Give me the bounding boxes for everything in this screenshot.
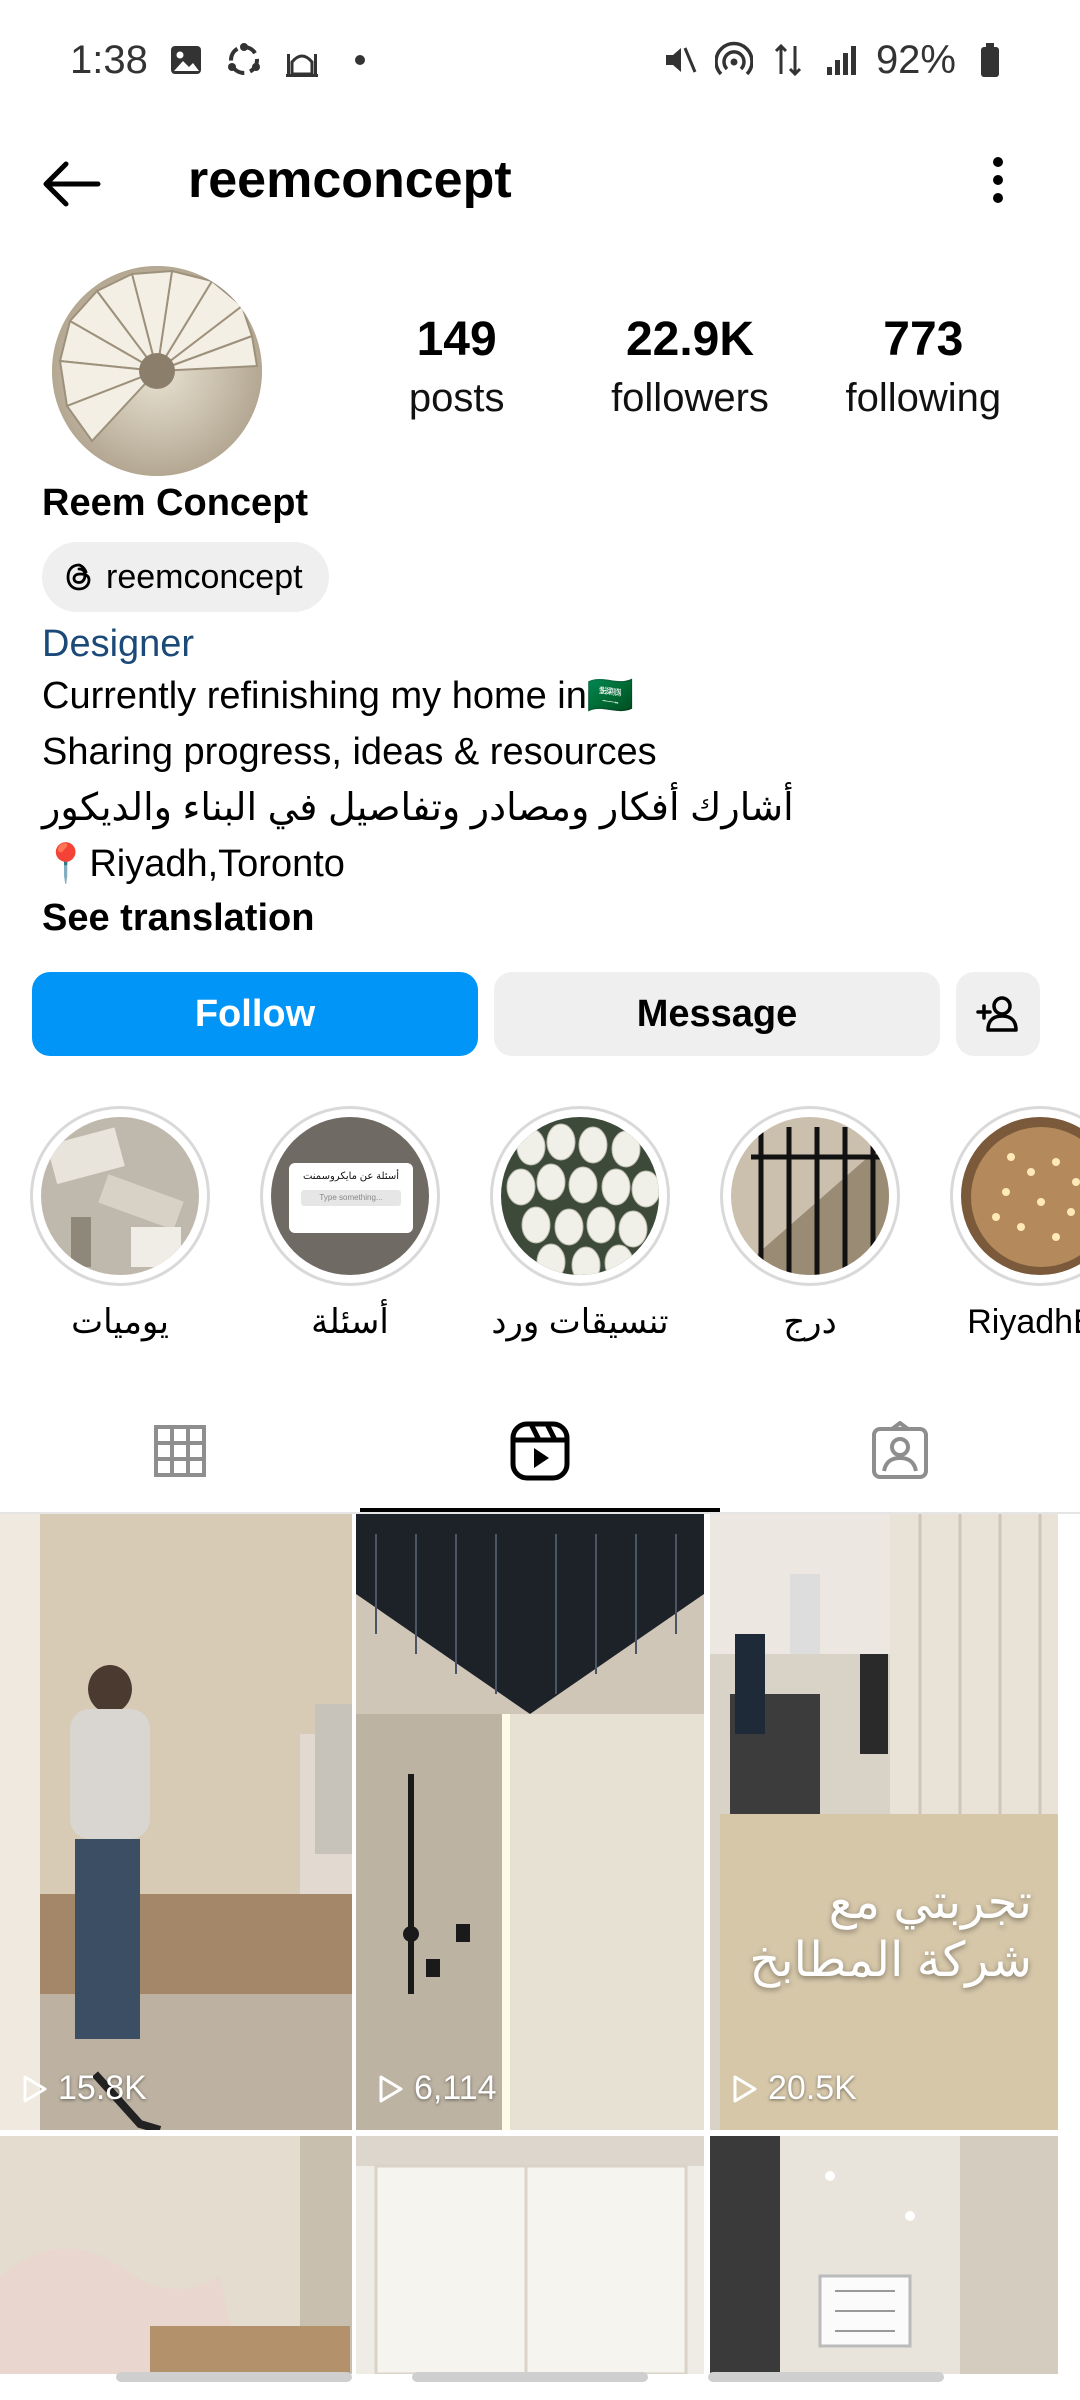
highlight-item[interactable]: يوميات bbox=[10, 1106, 230, 1344]
followers-label: followers bbox=[611, 376, 769, 420]
highlight-ring bbox=[490, 1106, 670, 1286]
mute-icon bbox=[660, 40, 700, 80]
reel-views: 6,114 bbox=[378, 2069, 497, 2108]
reel-view-count: 15.8K bbox=[58, 2069, 147, 2107]
reel-views: 20.5K bbox=[732, 2069, 857, 2108]
highlight-item[interactable]: تنسيقات ورد bbox=[470, 1106, 690, 1344]
nav-pill bbox=[708, 2372, 944, 2382]
message-button[interactable]: Message bbox=[494, 972, 940, 1056]
threads-icon bbox=[66, 563, 91, 591]
play-icon bbox=[379, 2075, 403, 2102]
status-bar: 1:38 92% bbox=[0, 0, 1080, 120]
grid-icon bbox=[154, 1425, 206, 1477]
sync-icon bbox=[224, 40, 264, 80]
add-user-icon bbox=[976, 996, 1018, 1032]
highlight-ring bbox=[950, 1106, 1080, 1286]
reel-view-count: 6,114 bbox=[414, 2069, 497, 2107]
highlight-ring bbox=[30, 1106, 210, 1286]
see-translation-link[interactable]: See translation bbox=[42, 890, 314, 946]
followers-stat[interactable]: 22.9K followers bbox=[573, 310, 806, 426]
highlight-label: أسئلة bbox=[311, 1303, 389, 1341]
tab-tagged[interactable] bbox=[720, 1390, 1080, 1512]
more-options-button[interactable] bbox=[968, 140, 1028, 220]
system-nav-indicators bbox=[0, 2360, 1080, 2400]
profile-header-bar: reemconcept bbox=[0, 120, 1080, 240]
highlight-label: درج bbox=[783, 1303, 837, 1341]
suggested-users-button[interactable] bbox=[956, 972, 1040, 1056]
reel-caption-overlay: تجربتي مع شركة المطابخ bbox=[749, 1876, 1032, 1987]
reels-grid: 15.8K 6,114 تجربتي مع شركة المطابخ 20.5K bbox=[0, 1514, 1080, 2374]
followers-count: 22.9K bbox=[625, 313, 755, 366]
question-card-input: Type something... bbox=[301, 1190, 401, 1206]
bio-line-1: Currently refinishing my home in🇸🇦 bbox=[42, 675, 635, 717]
highlight-label: تنسيقات ورد bbox=[491, 1303, 669, 1341]
signal-icon bbox=[822, 40, 862, 80]
posts-label: posts bbox=[408, 376, 505, 420]
posts-count: 149 bbox=[416, 313, 497, 366]
mosque-icon bbox=[282, 40, 322, 80]
nav-pill bbox=[412, 2372, 648, 2382]
page-title: reemconcept bbox=[188, 151, 512, 209]
tab-reels[interactable] bbox=[360, 1390, 720, 1512]
location-pin-emoji: 📍 bbox=[42, 843, 90, 885]
reel-thumbnail[interactable]: 15.8K bbox=[0, 1514, 352, 2130]
profile-stats: 149 posts 22.9K followers 773 following bbox=[340, 310, 1040, 426]
more-vertical-icon bbox=[993, 157, 1003, 203]
highlight-ring: أسئلة عن مايكروسمنت Type something... bbox=[260, 1106, 440, 1286]
data-icon bbox=[768, 40, 808, 80]
avatar[interactable] bbox=[52, 266, 262, 476]
profile-bio: Currently refinishing my home in🇸🇦 Shari… bbox=[42, 668, 1042, 892]
following-stat[interactable]: 773 following bbox=[807, 310, 1040, 426]
highlight-item[interactable]: درج bbox=[700, 1106, 920, 1344]
threads-badge[interactable]: reemconcept bbox=[42, 542, 329, 612]
threads-handle: reemconcept bbox=[106, 557, 303, 596]
following-label: following bbox=[845, 376, 1002, 420]
highlight-cover bbox=[501, 1117, 659, 1275]
reel-thumbnail[interactable] bbox=[710, 2136, 1058, 2374]
highlight-cover bbox=[41, 1117, 199, 1275]
highlight-cover bbox=[731, 1117, 889, 1275]
profile-actions: Follow Message bbox=[32, 972, 1048, 1056]
reel-thumbnail[interactable] bbox=[356, 2136, 704, 2374]
story-highlights: يوميات أسئلة عن مايكروسمنت Type somethin… bbox=[0, 1106, 1080, 1346]
gallery-icon bbox=[166, 40, 206, 80]
tab-posts-grid[interactable] bbox=[0, 1390, 360, 1512]
reel-thumbnail[interactable] bbox=[0, 2136, 352, 2374]
bio-line-3: أشارك أفكار ومصادر وتفاصيل في البناء وال… bbox=[42, 787, 794, 829]
profile-tabs bbox=[0, 1390, 1080, 1512]
highlight-cover: أسئلة عن مايكروسمنت Type something... bbox=[271, 1117, 429, 1275]
tagged-icon bbox=[872, 1421, 928, 1479]
battery-percent: 92% bbox=[875, 37, 956, 82]
highlight-label: RiyadhEv bbox=[967, 1303, 1080, 1341]
reel-view-count: 20.5K bbox=[768, 2069, 857, 2107]
reels-icon bbox=[510, 1421, 570, 1481]
question-card-title: أسئلة عن مايكروسمنت bbox=[302, 1171, 400, 1182]
reel-thumbnail[interactable]: 6,114 bbox=[356, 1514, 704, 2130]
profile-category: Designer bbox=[42, 623, 195, 665]
dot-icon bbox=[340, 40, 380, 80]
saudi-flag-emoji: 🇸🇦 bbox=[586, 675, 635, 717]
bio-line-4: 📍Riyadh,Toronto bbox=[42, 843, 345, 885]
highlight-item[interactable]: أسئلة عن مايكروسمنت Type something... أس… bbox=[240, 1106, 460, 1344]
back-button[interactable] bbox=[36, 148, 108, 220]
bio-line-2: Sharing progress, ideas & resources bbox=[42, 731, 657, 773]
highlight-item[interactable]: RiyadhEv bbox=[930, 1106, 1080, 1344]
profile-full-name: Reem Concept bbox=[42, 482, 309, 524]
play-icon bbox=[23, 2075, 47, 2102]
hotspot-icon bbox=[714, 40, 754, 80]
posts-stat[interactable]: 149 posts bbox=[340, 310, 573, 426]
reel-thumbnail[interactable]: تجربتي مع شركة المطابخ 20.5K bbox=[710, 1514, 1058, 2130]
highlight-label: يوميات bbox=[71, 1303, 169, 1341]
battery-icon bbox=[970, 40, 1010, 80]
highlight-ring bbox=[720, 1106, 900, 1286]
status-time: 1:38 bbox=[70, 37, 148, 82]
nav-pill bbox=[116, 2372, 352, 2382]
follow-button[interactable]: Follow bbox=[32, 972, 478, 1056]
back-arrow-icon bbox=[43, 161, 101, 207]
play-icon bbox=[733, 2075, 757, 2102]
highlight-cover bbox=[961, 1117, 1080, 1275]
reel-views: 15.8K bbox=[22, 2069, 147, 2108]
following-count: 773 bbox=[883, 313, 964, 366]
